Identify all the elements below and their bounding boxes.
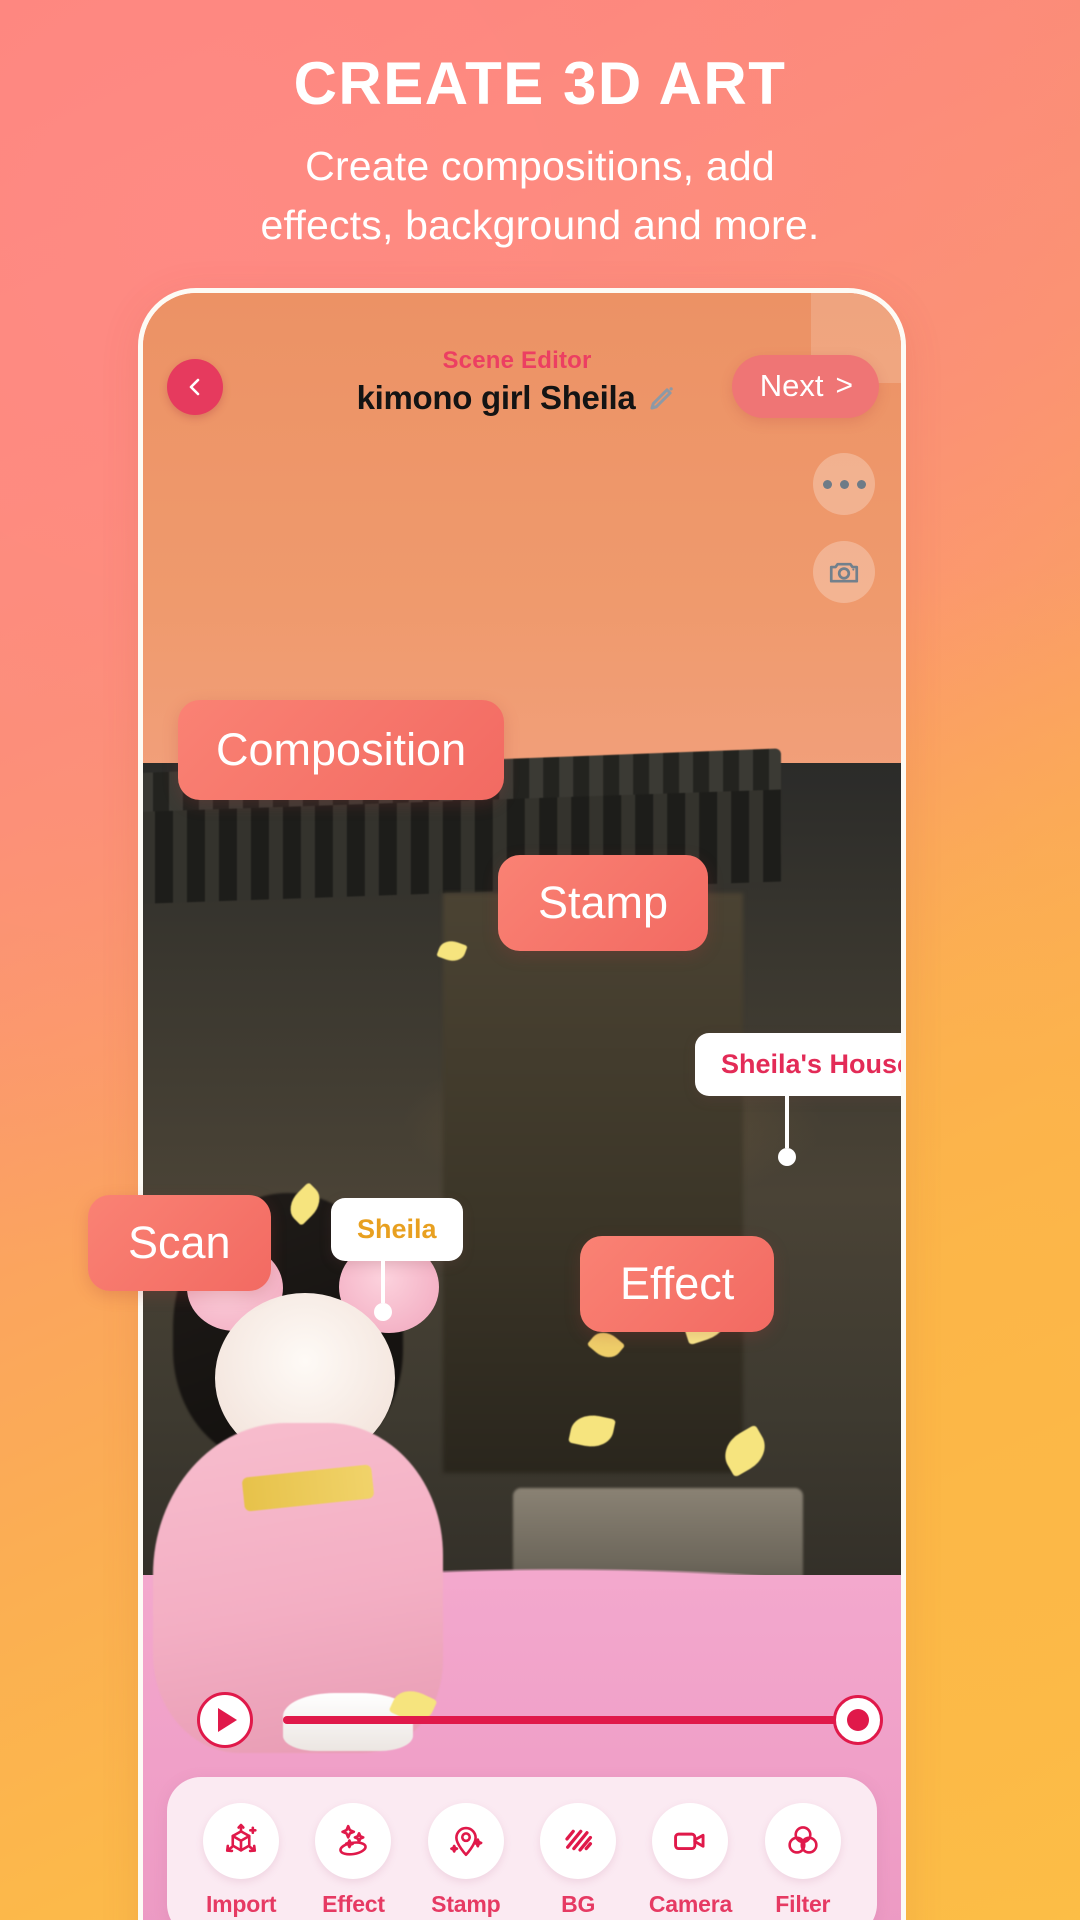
stamp-pin-icon xyxy=(427,1803,504,1879)
import-3d-cube-icon xyxy=(203,1803,280,1879)
toolbar-item-camera[interactable]: Camera xyxy=(634,1803,746,1918)
scene-title-block: Scene Editor kimono girl Sheila xyxy=(293,347,741,417)
more-options-button[interactable] xyxy=(813,453,875,515)
callout-composition-label: Composition xyxy=(216,724,467,775)
more-dots-icon xyxy=(822,479,866,489)
video-camera-icon xyxy=(652,1803,729,1879)
camera-icon xyxy=(829,562,859,583)
pin-stem xyxy=(381,1261,385,1303)
toolbar-item-import-label: Import xyxy=(205,1891,277,1917)
pin-sheilas-house[interactable]: Sheila's House xyxy=(695,1033,901,1166)
callout-stamp: Stamp xyxy=(498,855,709,951)
promo-subtitle: Create compositions, add effects, backgr… xyxy=(0,137,1080,256)
callout-effect-label: Effect xyxy=(620,1258,735,1309)
app-screen: Scene Editor kimono girl Sheila Next > S… xyxy=(143,293,901,1920)
scene-name-row[interactable]: kimono girl Sheila xyxy=(293,379,741,417)
promo-screenshot: CREATE 3D ART Create compositions, add e… xyxy=(0,0,1080,1920)
pin-sheila[interactable]: Sheila xyxy=(331,1198,463,1321)
timeline-thumb[interactable] xyxy=(833,1695,883,1745)
toolbar-item-effect[interactable]: Effect xyxy=(297,1803,409,1918)
callout-scan-label: Scan xyxy=(128,1217,231,1268)
filter-circles-icon xyxy=(764,1803,841,1879)
scene-name-text: kimono girl Sheila xyxy=(356,379,636,416)
app-header: Scene Editor kimono girl Sheila Next > xyxy=(143,341,901,451)
back-button[interactable] xyxy=(167,359,223,415)
timeline-thumb-dot xyxy=(847,1709,869,1731)
sparkle-effect-icon xyxy=(315,1803,392,1879)
phone-mockup: Scene Editor kimono girl Sheila Next > S… xyxy=(138,288,906,1920)
toolbar-item-effect-label: Effect xyxy=(322,1891,385,1917)
camera-snapshot-button[interactable] xyxy=(813,541,875,603)
scene-doorway xyxy=(443,893,743,1473)
pencil-icon[interactable] xyxy=(647,383,677,413)
callout-stamp-label: Stamp xyxy=(538,877,669,928)
toolbar-item-stamp-label: Stamp xyxy=(431,1891,501,1917)
callout-scan: Scan xyxy=(88,1195,271,1291)
page-title: CREATE 3D ART xyxy=(293,50,787,117)
pin-anchor-dot xyxy=(778,1148,796,1166)
next-button[interactable]: Next > xyxy=(731,355,879,418)
pin-sheilas-house-label: Sheila's House xyxy=(695,1033,901,1096)
timeline-track[interactable] xyxy=(283,1695,883,1745)
toolbar-item-import[interactable]: Import xyxy=(185,1803,297,1918)
promo-header: CREATE 3D ART Create compositions, add e… xyxy=(0,0,1080,256)
next-button-label: Next xyxy=(759,368,824,403)
toolbar-item-bg[interactable]: BG xyxy=(522,1803,634,1918)
play-icon xyxy=(218,1708,237,1732)
bottom-toolbar: Import Effect Stamp BG Camera Filter xyxy=(167,1777,877,1920)
toolbar-item-stamp[interactable]: Stamp xyxy=(410,1803,522,1918)
pin-stem xyxy=(785,1096,789,1148)
chevron-left-icon xyxy=(189,378,200,396)
toolbar-item-camera-label: Camera xyxy=(648,1891,733,1917)
timeline-player xyxy=(143,1682,901,1758)
play-button[interactable] xyxy=(197,1692,253,1748)
callout-effect: Effect xyxy=(580,1236,775,1332)
callout-composition: Composition xyxy=(178,700,505,800)
toolbar-item-filter-label: Filter xyxy=(775,1891,831,1917)
promo-subtitle-line-2: effects, background and more. xyxy=(260,202,820,249)
next-button-chevron: > xyxy=(835,369,853,402)
pin-sheila-label: Sheila xyxy=(331,1198,463,1261)
background-stripes-icon xyxy=(540,1803,617,1879)
toolbar-item-bg-label: BG xyxy=(561,1891,596,1917)
toolbar-item-filter[interactable]: Filter xyxy=(747,1803,859,1918)
scene-editor-label: Scene Editor xyxy=(442,347,592,374)
promo-subtitle-line-1: Create compositions, add xyxy=(305,143,775,189)
pin-anchor-dot xyxy=(374,1303,392,1321)
